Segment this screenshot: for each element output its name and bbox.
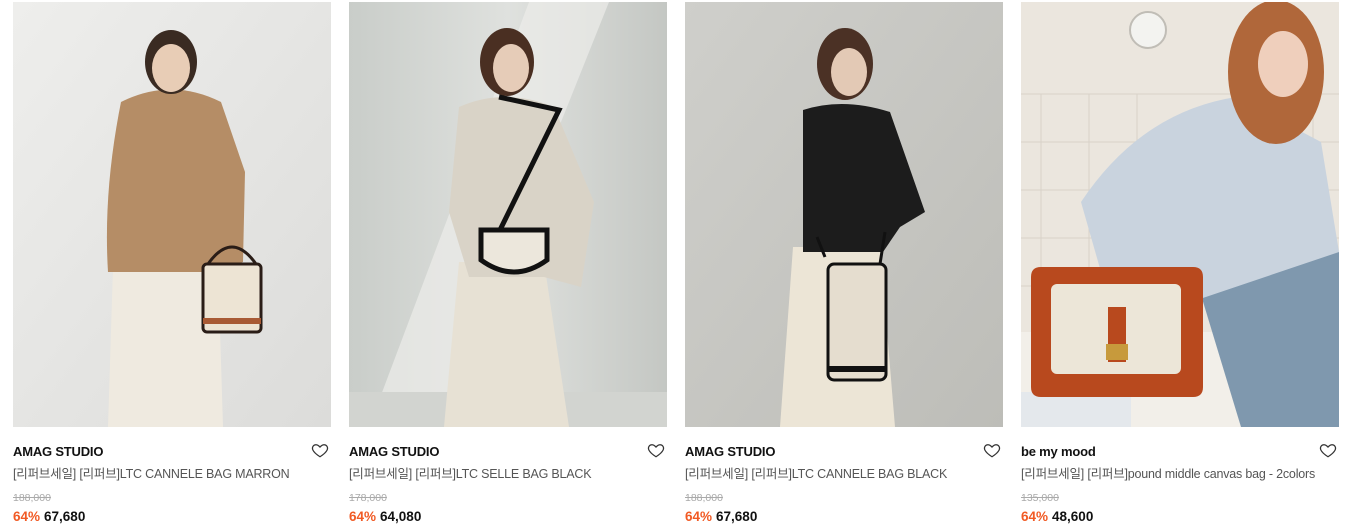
product-photo <box>13 2 331 427</box>
product-card[interactable]: be my mood [리퍼브세일] [리퍼브]pound middle can… <box>1021 2 1339 525</box>
brand-name[interactable]: AMAG STUDIO <box>685 444 775 459</box>
sale-price: 48,600 <box>1052 509 1094 524</box>
brand-name[interactable]: be my mood <box>1021 444 1096 459</box>
product-photo <box>1021 2 1339 427</box>
discount-rate: 64% <box>13 509 41 524</box>
sale-price: 64,080 <box>380 509 422 524</box>
sale-price: 67,680 <box>716 509 758 524</box>
product-image[interactable] <box>1021 2 1339 427</box>
product-image[interactable] <box>13 2 331 427</box>
heart-outline-icon[interactable] <box>983 441 1001 459</box>
price-row: 64% 67,680 <box>685 509 1003 525</box>
discount-rate: 64% <box>1021 509 1049 524</box>
product-card[interactable]: AMAG STUDIO [리퍼브세일] [리퍼브]LTC SELLE BAG B… <box>349 2 667 525</box>
brand-name[interactable]: AMAG STUDIO <box>349 444 439 459</box>
product-title[interactable]: [리퍼브세일] [리퍼브]LTC SELLE BAG BLACK <box>349 466 667 482</box>
brand-name[interactable]: AMAG STUDIO <box>13 444 103 459</box>
product-grid: AMAG STUDIO [리퍼브세일] [리퍼브]LTC CANNELE BAG… <box>13 2 1339 525</box>
product-image[interactable] <box>349 2 667 427</box>
product-photo <box>349 2 667 427</box>
original-price: 135,000 <box>1021 492 1059 504</box>
price-row: 64% 67,680 <box>13 509 331 525</box>
product-card[interactable]: AMAG STUDIO [리퍼브세일] [리퍼브]LTC CANNELE BAG… <box>13 2 331 525</box>
heart-outline-icon[interactable] <box>311 441 329 459</box>
original-price: 188,000 <box>13 492 51 504</box>
original-price: 188,000 <box>685 492 723 504</box>
price-row: 64% 48,600 <box>1021 509 1339 525</box>
discount-rate: 64% <box>685 509 713 524</box>
product-photo <box>685 2 1003 427</box>
heart-outline-icon[interactable] <box>1319 441 1337 459</box>
product-title[interactable]: [리퍼브세일] [리퍼브]pound middle canvas bag - 2… <box>1021 466 1339 482</box>
sale-price: 67,680 <box>44 509 86 524</box>
product-card[interactable]: AMAG STUDIO [리퍼브세일] [리퍼브]LTC CANNELE BAG… <box>685 2 1003 525</box>
original-price: 178,000 <box>349 492 387 504</box>
discount-rate: 64% <box>349 509 377 524</box>
product-image[interactable] <box>685 2 1003 427</box>
price-row: 64% 64,080 <box>349 509 667 525</box>
product-title[interactable]: [리퍼브세일] [리퍼브]LTC CANNELE BAG BLACK <box>685 466 1003 482</box>
product-title[interactable]: [리퍼브세일] [리퍼브]LTC CANNELE BAG MARRON <box>13 466 331 482</box>
heart-outline-icon[interactable] <box>647 441 665 459</box>
